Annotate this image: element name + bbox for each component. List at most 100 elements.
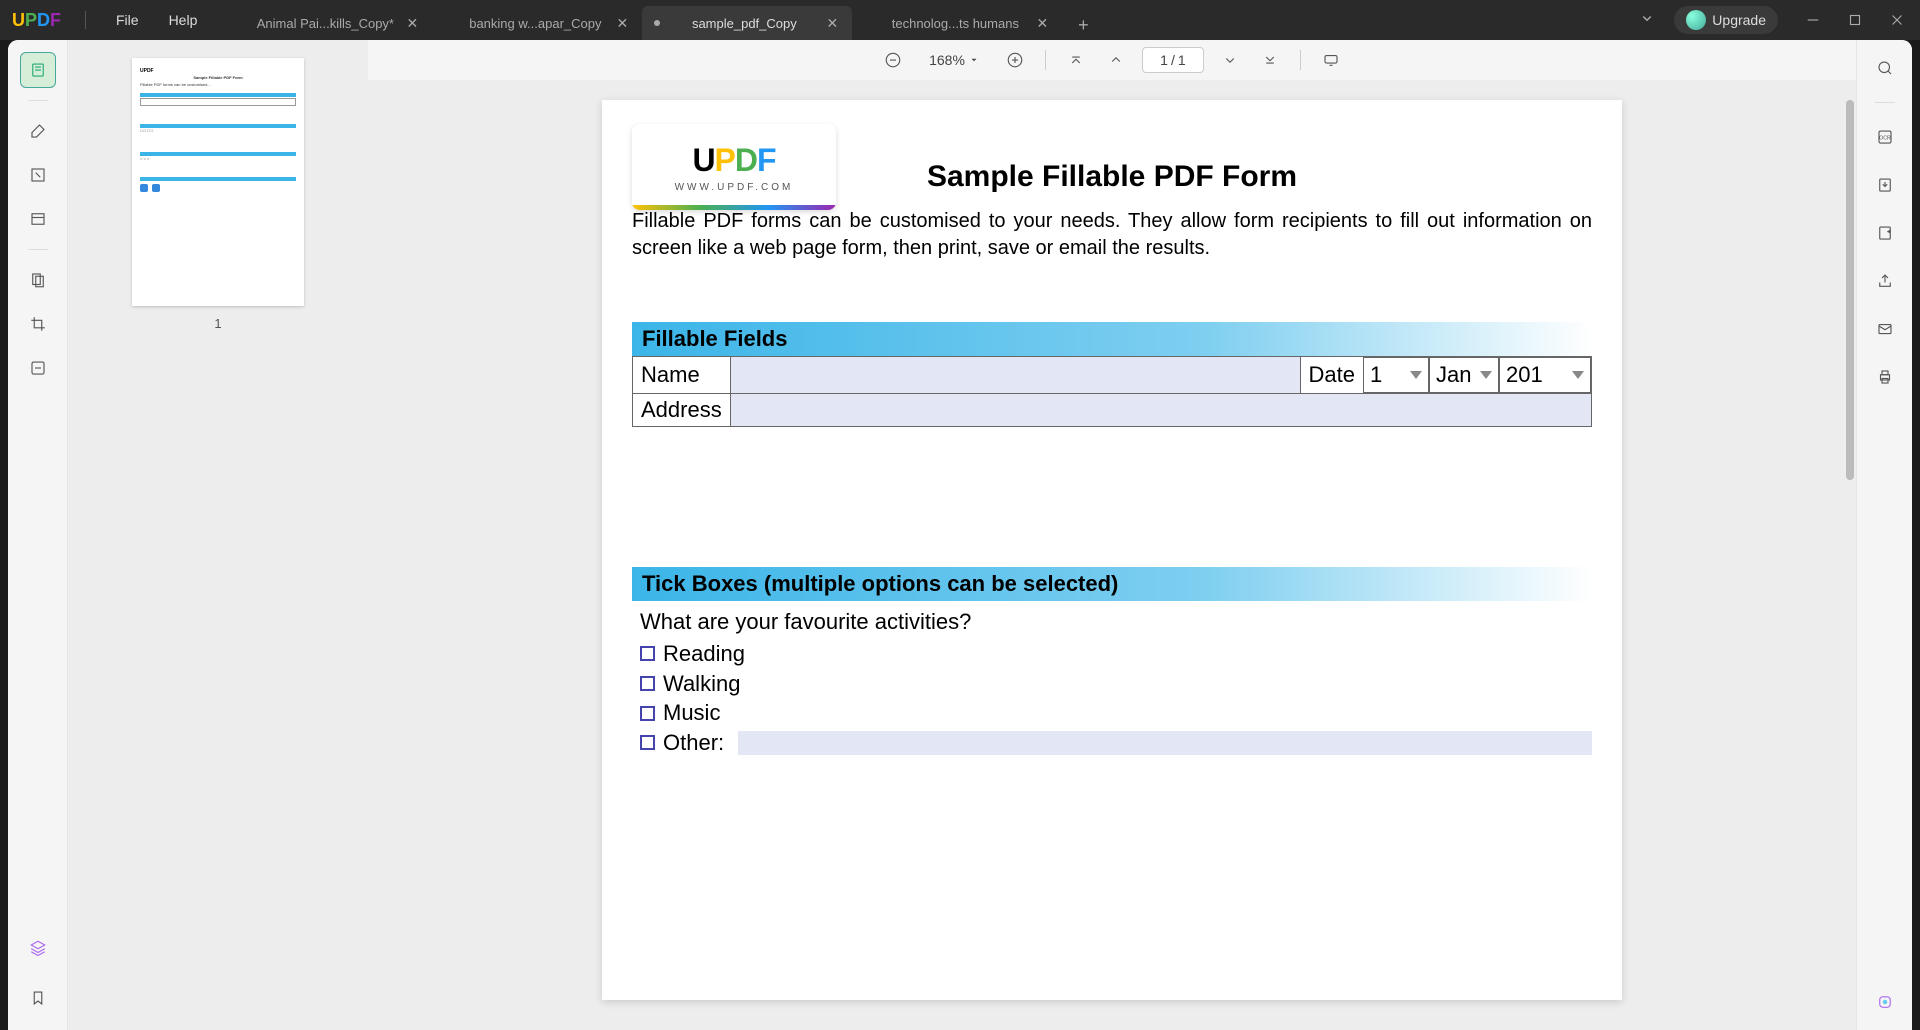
prev-page-button[interactable]	[1102, 46, 1130, 74]
checkbox-row-music: Music	[640, 698, 1592, 728]
share-button[interactable]	[1871, 267, 1899, 295]
date-month-select[interactable]: Jan	[1430, 357, 1499, 393]
name-input[interactable]	[730, 357, 1300, 394]
close-window-button[interactable]	[1882, 5, 1912, 35]
logo-letter-d: D	[37, 10, 50, 30]
tickboxes-section: Tick Boxes (multiple options can be sele…	[632, 567, 1592, 758]
pdf-page: UPDF WWW.UPDF.COM Sample Fillable PDF Fo…	[602, 100, 1622, 1000]
menu-help[interactable]: Help	[169, 12, 198, 28]
layers-tool[interactable]	[20, 930, 56, 966]
crop-icon	[29, 315, 47, 333]
highlighter-icon	[29, 122, 47, 140]
window-controls	[1798, 5, 1912, 35]
page-thumbnail[interactable]: UPDF Sample Fillable PDF Form Fillable P…	[132, 58, 304, 306]
page-number-input[interactable]: 1 / 1	[1142, 47, 1204, 73]
thumbnails-tool[interactable]	[20, 52, 56, 88]
ai-assistant-button[interactable]	[1871, 988, 1899, 1016]
close-icon[interactable]: ✕	[404, 15, 420, 31]
save-icon	[1876, 176, 1894, 194]
tabs-dropdown-button[interactable]	[1630, 5, 1664, 36]
redact-tool[interactable]	[20, 350, 56, 386]
maximize-button[interactable]	[1840, 5, 1870, 35]
date-label: Date	[1300, 357, 1363, 394]
print-icon	[1876, 368, 1894, 386]
zoom-value: 168%	[929, 52, 965, 68]
upgrade-button[interactable]: Upgrade	[1674, 6, 1778, 34]
close-icon[interactable]: ✕	[1034, 15, 1050, 31]
search-button[interactable]	[1871, 54, 1899, 82]
svg-text:OCR: OCR	[1879, 135, 1891, 141]
save-button[interactable]	[1871, 171, 1899, 199]
brand-url: WWW.UPDF.COM	[675, 182, 794, 193]
print-button[interactable]	[1871, 363, 1899, 391]
checkbox-walking[interactable]	[640, 676, 655, 691]
upgrade-label: Upgrade	[1712, 12, 1766, 28]
edit-tool[interactable]	[20, 157, 56, 193]
zoom-dropdown[interactable]: 168%	[919, 50, 989, 70]
highlighter-tool[interactable]	[20, 113, 56, 149]
tab-animal[interactable]: Animal Pai...kills_Copy* ✕	[222, 6, 432, 40]
tab-technology[interactable]: technolog...ts humans ✕	[852, 6, 1062, 40]
close-icon	[1888, 11, 1906, 29]
document-scroll[interactable]: UPDF WWW.UPDF.COM Sample Fillable PDF Fo…	[368, 80, 1856, 1030]
address-label: Address	[633, 394, 731, 427]
main-area: UPDF Sample Fillable PDF Form Fillable P…	[8, 40, 1912, 1030]
minimize-button[interactable]	[1798, 5, 1828, 35]
checkbox-label: Walking	[663, 669, 740, 699]
next-page-button[interactable]	[1216, 46, 1244, 74]
export-button[interactable]	[1871, 219, 1899, 247]
chevron-down-icon	[1221, 51, 1239, 69]
bookmark-tool[interactable]	[20, 980, 56, 1016]
tab-banking[interactable]: banking w...apar_Copy ✕	[432, 6, 642, 40]
checkbox-music[interactable]	[640, 706, 655, 721]
scrollbar-thumb[interactable]	[1846, 100, 1854, 480]
date-year-value: 201	[1506, 362, 1543, 388]
crop-tool[interactable]	[20, 306, 56, 342]
titlebar: UPDF File Help Animal Pai...kills_Copy* …	[0, 0, 1920, 40]
plus-circle-icon	[1006, 51, 1024, 69]
layers-icon	[29, 939, 47, 957]
checkbox-other[interactable]	[640, 735, 655, 750]
date-day-select[interactable]: 1	[1364, 357, 1429, 393]
checkbox-label: Other:	[663, 728, 724, 758]
minimize-icon	[1804, 11, 1822, 29]
ocr-button[interactable]: OCR	[1871, 123, 1899, 151]
left-sidebar	[8, 40, 68, 1030]
new-tab-button[interactable]: +	[1068, 10, 1098, 40]
email-button[interactable]	[1871, 315, 1899, 343]
tab-sample-pdf[interactable]: sample_pdf_Copy ✕	[642, 6, 852, 40]
close-icon[interactable]: ✕	[824, 15, 840, 31]
date-day-value: 1	[1370, 362, 1382, 388]
current-page: 1	[1160, 52, 1168, 68]
zoom-in-button[interactable]	[1001, 46, 1029, 74]
menu-file[interactable]: File	[116, 12, 139, 28]
date-year-select[interactable]: 201	[1500, 357, 1591, 393]
section-tickboxes-header: Tick Boxes (multiple options can be sele…	[632, 567, 1592, 601]
last-page-button[interactable]	[1256, 46, 1284, 74]
address-input[interactable]	[730, 394, 1591, 427]
presentation-button[interactable]	[1317, 46, 1345, 74]
avatar-icon	[1686, 10, 1706, 30]
document-intro: Fillable PDF forms can be customised to …	[632, 208, 1592, 262]
date-month-value: Jan	[1436, 362, 1471, 388]
caret-down-icon	[1572, 371, 1584, 379]
fillable-fields-table: Name Date 1 Jan	[632, 356, 1592, 427]
checkbox-reading[interactable]	[640, 646, 655, 661]
organize-tool[interactable]	[20, 262, 56, 298]
other-input[interactable]	[738, 731, 1592, 755]
checkbox-row-walking: Walking	[640, 669, 1592, 699]
zoom-out-button[interactable]	[879, 46, 907, 74]
form-tool[interactable]	[20, 201, 56, 237]
chevron-down-icon	[1638, 9, 1656, 27]
thumbnail-panel: UPDF Sample Fillable PDF Form Fillable P…	[68, 40, 368, 1030]
checkbox-row-reading: Reading	[640, 639, 1592, 669]
caret-down-icon	[1480, 371, 1492, 379]
unsaved-dot-icon	[654, 20, 660, 26]
search-icon	[1876, 59, 1894, 77]
view-toolbar: 168% 1 / 1	[368, 40, 1856, 80]
close-icon[interactable]: ✕	[614, 15, 630, 31]
first-page-button[interactable]	[1062, 46, 1090, 74]
scrollbar[interactable]	[1846, 100, 1854, 540]
page-separator: /	[1171, 52, 1175, 68]
last-page-icon	[1261, 51, 1279, 69]
